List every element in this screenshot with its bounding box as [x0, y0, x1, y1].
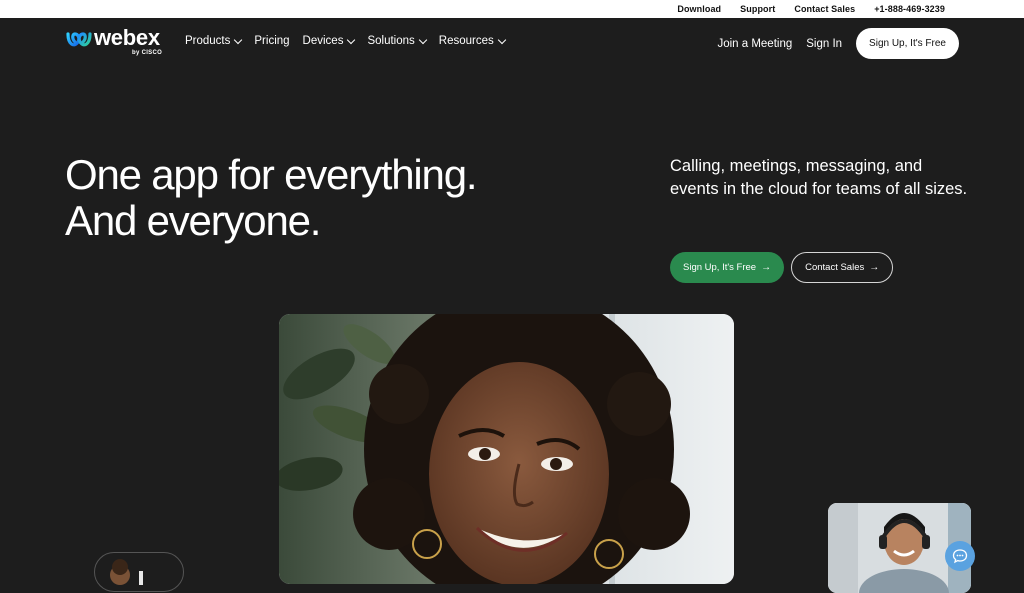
hero-cta-group: Sign Up, It's Free → Contact Sales → — [670, 252, 894, 283]
webex-logo-icon — [66, 32, 92, 47]
hero-contact-label: Contact Sales — [805, 262, 865, 273]
nav-resources[interactable]: Resources — [438, 35, 506, 47]
nav-devices[interactable]: Devices — [302, 35, 356, 47]
main-nav: webex by CISCO Products Pricing Devices … — [0, 18, 1024, 68]
hero-title-line1: One app for everything. — [65, 151, 478, 198]
signup-button[interactable]: Sign Up, It's Free — [856, 28, 959, 59]
arrow-right-icon: → — [869, 262, 880, 273]
contact-sales-link[interactable]: Contact Sales — [794, 4, 855, 14]
chevron-down-icon — [234, 35, 243, 44]
support-link[interactable]: Support — [740, 4, 775, 14]
participant-thumbnail — [110, 559, 143, 585]
participant-card-left — [94, 552, 184, 592]
logo-subtext: by CISCO — [132, 50, 163, 56]
nav-solutions[interactable]: Solutions — [367, 35, 428, 47]
hero-description: Calling, meetings, messaging, and events… — [670, 157, 968, 198]
sign-in-link[interactable]: Sign In — [806, 38, 842, 50]
nav-resources-label: Resources — [438, 35, 494, 47]
hero-signup-button[interactable]: Sign Up, It's Free → — [670, 252, 785, 283]
chevron-down-icon — [418, 35, 428, 44]
join-meeting-link[interactable]: Join a Meeting — [717, 38, 792, 50]
arrow-right-icon: → — [761, 262, 772, 273]
logo-wordmark: webex — [94, 25, 160, 50]
chat-bubble-icon — [952, 549, 968, 564]
nav-pricing-label: Pricing — [254, 35, 290, 47]
nav-devices-label: Devices — [302, 35, 344, 47]
nav-links: Products Pricing Devices Solutions Resou… — [185, 35, 518, 47]
hero-contact-sales-button[interactable]: Contact Sales → — [791, 252, 894, 283]
chevron-down-icon — [497, 35, 506, 44]
hero-title: One app for everything. And everyone. — [65, 152, 585, 244]
phone-link[interactable]: +1-888-469-3239 — [874, 4, 945, 14]
hero-signup-label: Sign Up, It's Free — [683, 262, 757, 273]
nav-products[interactable]: Products — [185, 35, 243, 47]
hero-title-line2: And everyone. — [65, 197, 321, 244]
nav-pricing[interactable]: Pricing — [254, 35, 289, 47]
chat-button[interactable] — [945, 541, 975, 571]
download-link[interactable]: Download — [677, 4, 721, 14]
nav-right: Join a Meeting Sign In Sign Up, It's Fre… — [717, 28, 959, 59]
webex-logo[interactable]: webex by CISCO — [66, 25, 176, 62]
hero-image — [279, 314, 734, 584]
chevron-down-icon — [347, 35, 356, 44]
utility-bar: Download Support Contact Sales +1-888-46… — [0, 0, 1024, 18]
nav-products-label: Products — [185, 35, 231, 47]
nav-solutions-label: Solutions — [367, 35, 415, 47]
hero-photo-illustration — [279, 314, 734, 584]
